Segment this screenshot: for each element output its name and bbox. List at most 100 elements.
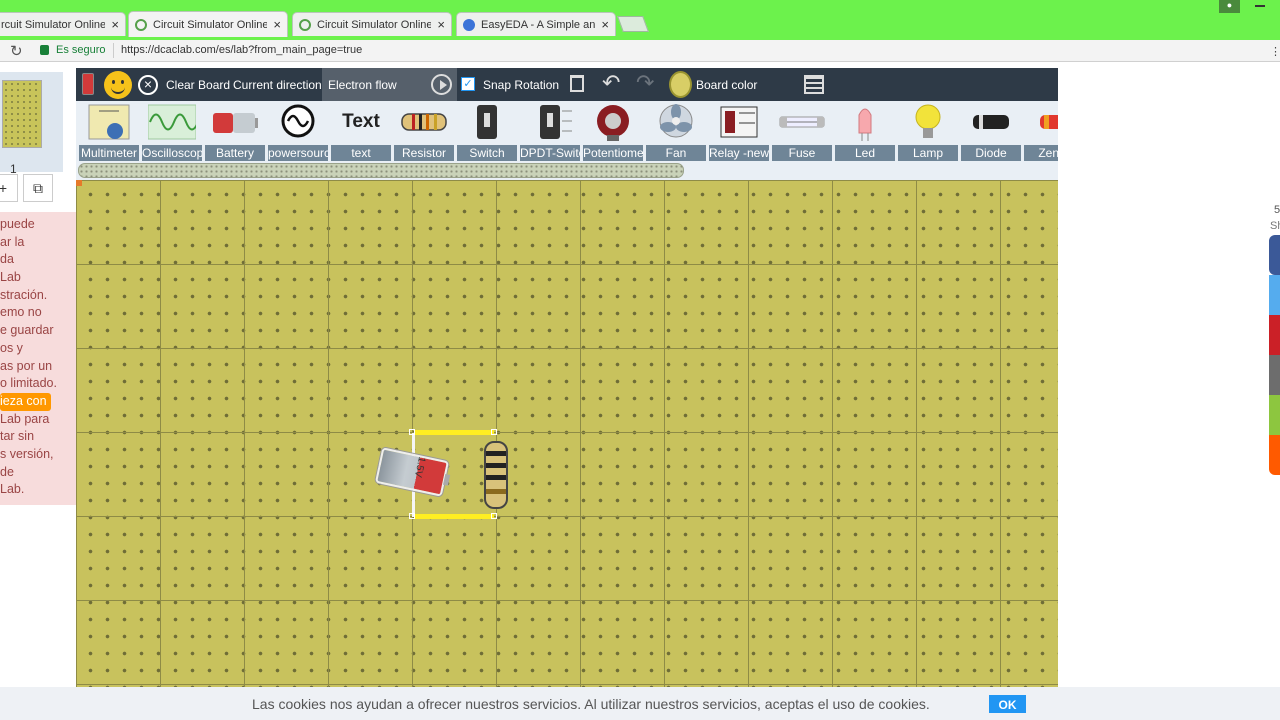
palette-item-switch[interactable]: Switch <box>457 101 517 161</box>
palette-scrollbar[interactable] <box>76 161 1058 180</box>
browser-tab-strip: rcuit Simulator Online - × Circuit Simul… <box>0 0 1280 40</box>
led-icon <box>858 108 872 141</box>
share-count: 5 <box>1274 204 1280 216</box>
browser-tab-2[interactable]: Circuit Simulator Online - × <box>128 11 288 37</box>
twitter-share-button[interactable] <box>1269 275 1280 315</box>
palette-item-powersource[interactable]: powersource <box>268 101 328 161</box>
lock-icon[interactable] <box>40 45 49 55</box>
address-bar: ↻ Es seguro https://dcaclab.com/es/lab?f… <box>0 40 1280 62</box>
circuit-thumbnail-card[interactable]: 1 <box>0 72 63 176</box>
diode-icon <box>973 115 1009 129</box>
palette-item-fan[interactable]: Fan <box>646 101 706 161</box>
palette-item-multimeter[interactable]: Multimeter <box>79 101 139 161</box>
wire-endpoint[interactable] <box>491 429 497 435</box>
tab-close-icon[interactable]: × <box>111 17 119 32</box>
palette-scrollbar-thumb[interactable] <box>78 163 684 178</box>
component-palette: Multimeter Oscilloscope Battery powersou… <box>76 101 1058 161</box>
browser-tab-4[interactable]: EasyEDA - A Simple and × <box>456 12 616 36</box>
add-circuit-button[interactable]: + <box>0 174 18 202</box>
palette-item-resistor[interactable]: Resistor <box>394 101 454 161</box>
smiley-icon[interactable] <box>104 71 132 99</box>
palette-item-zener[interactable]: Zener <box>1024 101 1058 161</box>
notice-line: Lab. <box>0 482 25 497</box>
palette-label: Diode <box>961 145 1021 161</box>
pinterest-share-button[interactable] <box>1269 315 1280 355</box>
palette-label: Switch <box>457 145 517 161</box>
palette-item-battery[interactable]: Battery <box>205 101 265 161</box>
tab-title: Circuit Simulator Online - <box>317 18 432 31</box>
wire-endpoint[interactable] <box>491 513 497 519</box>
snap-rotation-checkbox[interactable]: ✓ <box>461 77 475 91</box>
palette-label: Led <box>835 145 895 161</box>
clear-board-button[interactable]: Clear Board <box>166 68 230 101</box>
notice-cta-row: ieza con <box>0 392 76 411</box>
palette-item-text[interactable]: Text text <box>331 101 391 161</box>
battery-icon[interactable] <box>82 73 94 95</box>
current-direction-select[interactable]: Electron flow <box>322 68 457 101</box>
url-separator <box>113 43 114 58</box>
palette-item-fuse[interactable]: Fuse <box>772 101 832 161</box>
print-share-button[interactable] <box>1269 355 1280 395</box>
palette-item-led[interactable]: Led <box>835 101 895 161</box>
tab-title: EasyEDA - A Simple and <box>481 18 596 31</box>
palette-label: Lamp <box>898 145 958 161</box>
palette-item-potentiometer[interactable]: Potentiometer <box>583 101 643 161</box>
palette-item-relay[interactable]: Relay -new <box>709 101 769 161</box>
breadboard-canvas[interactable] <box>76 180 1058 687</box>
play-icon[interactable] <box>431 74 452 95</box>
board-color-button[interactable]: Board color <box>696 68 757 101</box>
battery-voltage: 1.5V <box>411 455 428 479</box>
start-button[interactable]: ieza con <box>0 392 51 411</box>
palette-label: Fuse <box>772 145 832 161</box>
undo-icon[interactable]: ↶ <box>602 70 620 96</box>
notice-line: da <box>0 252 14 267</box>
palette-item-diode[interactable]: Diode <box>961 101 1021 161</box>
palette-label: Multimeter <box>79 145 139 161</box>
tab-close-icon[interactable]: × <box>601 17 609 32</box>
browser-tab-1[interactable]: rcuit Simulator Online - × <box>0 12 126 36</box>
circuit-thumbnail[interactable] <box>2 80 42 148</box>
palette-item-lamp[interactable]: Lamp <box>898 101 958 161</box>
trash-icon[interactable] <box>570 75 584 92</box>
cookie-ok-button[interactable]: OK <box>989 695 1026 713</box>
palette-label: Fan <box>646 145 706 161</box>
url-text[interactable]: https://dcaclab.com/es/lab?from_main_pag… <box>121 44 362 56</box>
resistor-band <box>486 475 506 480</box>
more-share-button[interactable] <box>1269 435 1280 475</box>
wire-endpoint[interactable] <box>409 429 415 435</box>
dcaclab-favicon-icon <box>135 18 147 31</box>
notice-line: s versión, <box>0 446 54 461</box>
battery-icon <box>213 113 258 133</box>
wire-bottom[interactable] <box>414 514 494 519</box>
wire-top[interactable] <box>414 430 494 435</box>
browser-menu-icon[interactable]: ⋮ <box>1270 45 1280 58</box>
wire-endpoint[interactable] <box>409 513 415 519</box>
palette-item-oscilloscope[interactable]: Oscilloscope <box>142 101 202 161</box>
resistor-component[interactable] <box>484 441 508 509</box>
snap-rotation-label[interactable]: Snap Rotation <box>483 68 559 101</box>
left-panel: 1 + ⧉ puede ar la da Lab stración. emo n… <box>0 62 76 687</box>
clear-board-icon[interactable]: × <box>138 75 158 95</box>
tab-close-icon[interactable]: × <box>437 17 445 32</box>
redo-icon[interactable]: ↷ <box>636 70 654 96</box>
palette-item-dpdt-switch[interactable]: DPDT-Switch <box>520 101 580 161</box>
reload-icon[interactable]: ↻ <box>10 42 23 60</box>
board-corner-marker <box>76 180 82 186</box>
building-icon[interactable] <box>804 75 824 94</box>
notice-line: e guardar <box>0 323 54 338</box>
minimize-icon[interactable] <box>1255 5 1265 7</box>
powersource-icon <box>281 104 315 138</box>
profile-icon[interactable]: ● <box>1219 0 1240 13</box>
board-color-icon[interactable] <box>669 71 692 98</box>
green-share-button[interactable] <box>1269 395 1280 435</box>
notice-line: emo no <box>0 305 42 320</box>
browser-tab-3[interactable]: Circuit Simulator Online - × <box>292 12 452 36</box>
palette-label: text <box>331 145 391 161</box>
copy-circuit-button[interactable]: ⧉ <box>23 174 53 202</box>
facebook-share-button[interactable] <box>1269 235 1280 275</box>
app-toolbar: × Clear Board Current direction: Electro… <box>76 68 1058 101</box>
tab-close-icon[interactable]: × <box>273 17 281 32</box>
current-direction-value: Electron flow <box>328 78 397 92</box>
secure-label[interactable]: Es seguro <box>56 44 106 56</box>
new-tab-button[interactable] <box>617 16 649 32</box>
